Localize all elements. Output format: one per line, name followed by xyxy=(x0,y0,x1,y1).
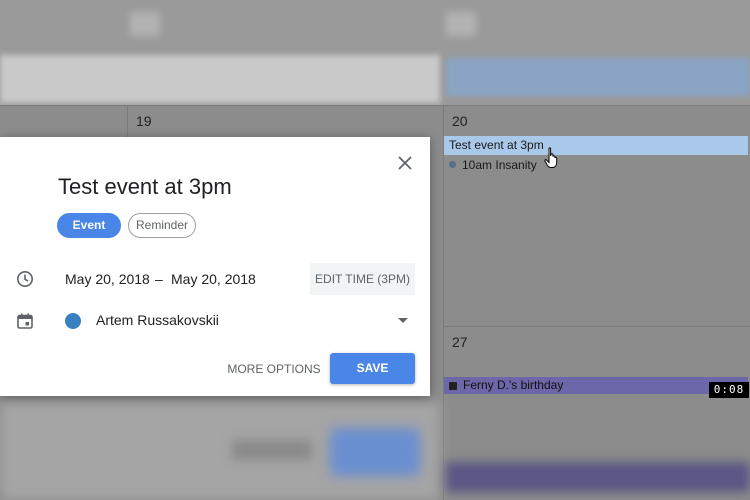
event-title: Test event at 3pm xyxy=(449,138,544,152)
event-insanity[interactable]: 10am Insanity xyxy=(449,157,537,173)
hand-cursor-icon xyxy=(544,147,558,168)
blurred-day-marker xyxy=(130,12,160,36)
grid-line xyxy=(127,105,128,137)
more-options-button[interactable]: MORE OPTIONS xyxy=(224,354,324,384)
event-title: Ferny D.'s birthday xyxy=(463,378,564,392)
video-timer: 0:08 xyxy=(709,382,749,398)
event-title: Insanity xyxy=(495,158,537,172)
calendar-owner-select[interactable]: Artem Russakovskii xyxy=(96,312,219,328)
event-time: 10am xyxy=(462,158,493,172)
grid-line xyxy=(443,105,444,500)
blurred-area xyxy=(232,440,312,460)
day-number-20[interactable]: 20 xyxy=(452,113,468,129)
blurred-button xyxy=(330,428,420,476)
blurred-event xyxy=(446,462,750,492)
date-separator: – xyxy=(155,271,163,287)
end-date[interactable]: May 20, 2018 xyxy=(171,263,256,295)
calendar-icon xyxy=(17,313,33,329)
event-title-input[interactable]: Test event at 3pm xyxy=(58,174,232,200)
day-number-19[interactable]: 19 xyxy=(136,113,152,129)
save-button[interactable]: SAVE xyxy=(330,353,415,384)
edit-time-button[interactable]: EDIT TIME (3PM) xyxy=(310,263,415,295)
grid-line xyxy=(444,326,750,327)
event-birthday[interactable]: Ferny D.'s birthday xyxy=(444,377,748,394)
day-number-27[interactable]: 27 xyxy=(452,334,468,350)
event-chip-test-event[interactable]: Test event at 3pm xyxy=(444,136,748,155)
blurred-day-marker xyxy=(446,12,476,36)
blurred-event xyxy=(446,58,750,96)
close-icon[interactable] xyxy=(393,151,417,175)
clock-icon xyxy=(17,271,33,287)
calendar-color-dot xyxy=(65,313,81,329)
blurred-row xyxy=(0,55,440,103)
event-type-button[interactable]: Event xyxy=(57,213,121,238)
quick-event-dialog: Test event at 3pm Event Reminder May 20,… xyxy=(0,137,430,396)
reminder-type-button[interactable]: Reminder xyxy=(128,213,196,238)
event-dot-icon xyxy=(449,161,456,168)
dropdown-arrow-icon[interactable] xyxy=(398,318,408,323)
cake-icon xyxy=(449,382,457,390)
start-date[interactable]: May 20, 2018 xyxy=(65,263,150,295)
grid-line xyxy=(0,105,750,106)
